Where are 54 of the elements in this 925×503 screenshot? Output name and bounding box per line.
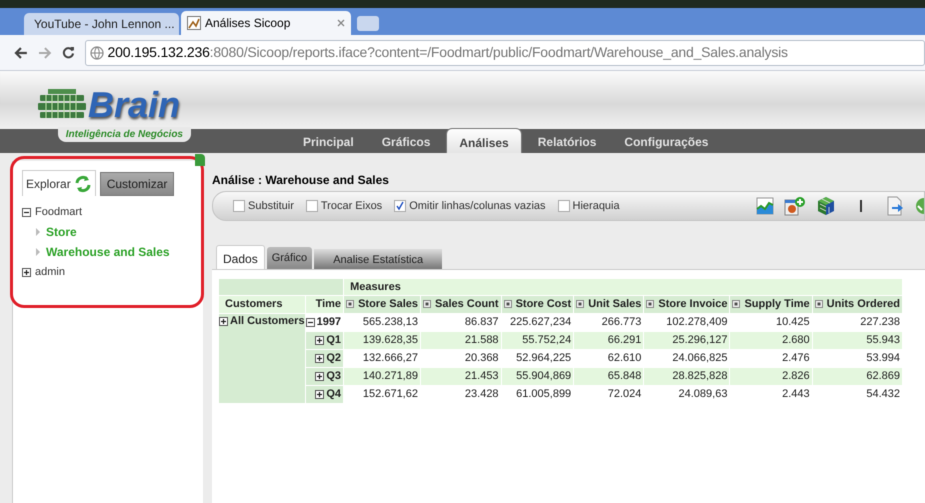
nav-tab[interactable]: Configurações bbox=[612, 131, 720, 153]
logo-text: Brain bbox=[88, 87, 180, 123]
table-cell: 62.869 bbox=[812, 368, 902, 385]
view-tab[interactable]: Dados bbox=[216, 245, 265, 269]
table-cell: 28.825,828 bbox=[644, 368, 730, 385]
column-header[interactable]: Time bbox=[306, 296, 344, 313]
nav-tab[interactable]: Análises bbox=[446, 128, 522, 153]
sidebar-tab[interactable]: Explorar bbox=[22, 170, 96, 196]
column-header[interactable]: Unit Sales bbox=[574, 296, 644, 313]
browser-tab[interactable]: YouTube - John Lennon ... bbox=[24, 13, 179, 35]
table-cell: 55.904,869 bbox=[502, 368, 574, 385]
row-header[interactable]: Q2 bbox=[306, 350, 344, 367]
checkbox-option[interactable]: Substituir bbox=[233, 198, 294, 214]
row-header[interactable]: Q1 bbox=[306, 332, 344, 349]
table-cell: 66.291 bbox=[574, 332, 644, 349]
tab-title: YouTube - John Lennon ... bbox=[34, 16, 175, 33]
row-header[interactable]: Q3 bbox=[306, 368, 344, 385]
table-cell: 2.680 bbox=[730, 332, 812, 349]
nav-tab[interactable]: Relatórios bbox=[526, 131, 608, 153]
row-header[interactable]: Q4 bbox=[306, 386, 344, 403]
table-cell: 55.943 bbox=[812, 332, 902, 349]
tab-title: Análises Sicoop bbox=[205, 15, 292, 32]
column-header[interactable]: Sales Count bbox=[420, 296, 501, 313]
header-cell: Measures bbox=[344, 279, 902, 295]
table-cell: 2.826 bbox=[730, 368, 812, 385]
column-header[interactable]: Store Invoice bbox=[644, 296, 730, 313]
table-cell: 25.296,127 bbox=[644, 332, 730, 349]
address-field[interactable]: 200.195.132.236:8080/Sicoop/reports.iface?content=/Foodmart/public/Foodmart/Warehouse_and_Sales.analysis bbox=[84, 40, 925, 66]
table-cell: 21.588 bbox=[420, 332, 501, 349]
table-cell: 55.752,24 bbox=[502, 332, 574, 349]
checkbox-option[interactable]: Hieraquia bbox=[558, 198, 620, 214]
checkbox-option[interactable]: Trocar Eixos bbox=[306, 198, 382, 214]
tree-item[interactable]: Foodmart bbox=[22, 202, 197, 222]
logo-tagline: Inteligência de Negócios bbox=[58, 127, 191, 142]
column-header[interactable]: Store Cost bbox=[502, 296, 574, 313]
view-tab[interactable]: Analise Estatística bbox=[314, 249, 442, 269]
table-cell: 65.848 bbox=[574, 368, 644, 385]
tree-item[interactable]: admin bbox=[22, 262, 197, 282]
column-header[interactable]: Customers bbox=[219, 296, 305, 313]
url-text: 200.195.132.236:8080/Sicoop/reports.iface?content=/Foodmart/public/Foodmart/Warehouse_and_Sales.analysis bbox=[108, 43, 788, 62]
sidebar-tab[interactable]: Customizar bbox=[100, 172, 174, 196]
browser-tab[interactable]: Análises Sicoop bbox=[181, 11, 351, 35]
analysis-title: Análise : Warehouse and Sales bbox=[212, 172, 390, 189]
column-header[interactable]: Units Ordered bbox=[812, 296, 902, 313]
checkbox-option[interactable]: Omitir linhas/colunas vazias bbox=[394, 198, 546, 214]
nav-tab[interactable]: Gráficos bbox=[370, 131, 442, 153]
nav-tab[interactable]: Principal bbox=[291, 131, 366, 153]
table-cell: 21.453 bbox=[420, 368, 501, 385]
column-header[interactable]: Store Sales bbox=[344, 296, 420, 313]
row-header[interactable]: All Customers bbox=[219, 314, 305, 403]
table-cell: 139.628,35 bbox=[344, 332, 420, 349]
column-header[interactable]: Supply Time bbox=[730, 296, 812, 313]
table-cell: 140.271,89 bbox=[344, 368, 420, 385]
view-tab[interactable]: Gráfico bbox=[266, 247, 312, 269]
